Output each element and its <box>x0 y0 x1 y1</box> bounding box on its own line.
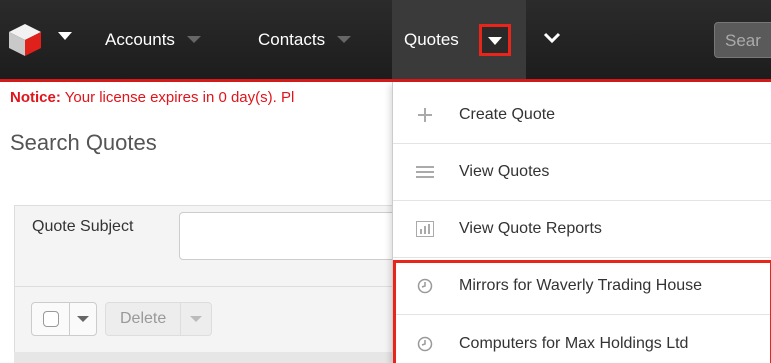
delete-button[interactable]: Delete <box>106 303 182 335</box>
page-title: Search Quotes <box>10 130 157 155</box>
plus-icon <box>415 105 435 125</box>
caret-down-icon[interactable] <box>186 36 201 43</box>
menu-item-view-quotes[interactable]: View Quotes <box>393 144 771 201</box>
nav-tab-label: Accounts <box>105 29 175 49</box>
menu-item-label: View Quote Reports <box>459 220 602 237</box>
caret-down-icon <box>77 316 89 322</box>
nav-tab-label: Contacts <box>258 29 326 49</box>
search-panel: Quote Subject Delete <box>14 205 419 363</box>
menu-item-label: Mirrors for Waverly Trading House <box>459 277 703 294</box>
bar-chart-icon <box>415 219 435 239</box>
mass-select-control <box>31 302 97 336</box>
select-options-dropdown[interactable] <box>70 303 96 335</box>
checkbox-box <box>42 311 59 327</box>
quotes-menu-toggle-button[interactable] <box>479 24 511 56</box>
delete-action-group: Delete <box>105 302 213 336</box>
list-actions: Delete <box>31 302 213 336</box>
nav-tab-accounts[interactable]: Accounts <box>105 0 201 79</box>
menu-item-label: View Quotes <box>459 163 550 180</box>
notice-text: Your license expires in 0 day(s). Pl <box>64 89 295 106</box>
menu-item-label: Computers for Max Holdings Ltd <box>459 334 689 352</box>
global-search-input[interactable]: Sear <box>714 22 771 58</box>
notice-label: Notice: <box>10 89 61 106</box>
caret-down-icon <box>488 37 502 45</box>
quotes-dropdown-menu: Create Quote View Quotes View Quote Repo… <box>392 82 771 363</box>
select-all-checkbox[interactable] <box>32 303 70 335</box>
menu-item-recent-quote[interactable]: Computers for Max Holdings Ltd <box>393 315 771 363</box>
nav-tab-label: Quotes <box>404 29 459 49</box>
delete-options-dropdown[interactable] <box>181 303 211 335</box>
quote-subject-input[interactable] <box>179 212 419 260</box>
top-navbar: Accounts Contacts Quotes Sear <box>0 0 771 82</box>
logo-menu-caret-icon[interactable] <box>58 32 72 40</box>
list-icon <box>415 162 435 182</box>
nav-tab-contacts[interactable]: Contacts <box>258 0 352 79</box>
clock-icon <box>415 276 435 296</box>
menu-item-label: Create Quote <box>459 106 556 123</box>
quote-subject-label: Quote Subject <box>32 218 134 235</box>
divider <box>15 286 415 287</box>
menu-item-view-quote-reports[interactable]: View Quote Reports <box>393 201 771 258</box>
sugar-cube-logo-icon[interactable] <box>7 22 43 58</box>
chevron-down-icon[interactable] <box>542 30 562 46</box>
caret-down-icon <box>190 316 203 322</box>
caret-down-icon[interactable] <box>337 36 352 43</box>
list-header-strip <box>14 352 414 363</box>
clock-icon <box>415 334 435 354</box>
license-notice: Notice: Your license expires in 0 day(s)… <box>10 89 294 106</box>
menu-item-recent-quote[interactable]: Mirrors for Waverly Trading House <box>393 258 771 315</box>
menu-item-create-quote[interactable]: Create Quote <box>393 87 771 144</box>
